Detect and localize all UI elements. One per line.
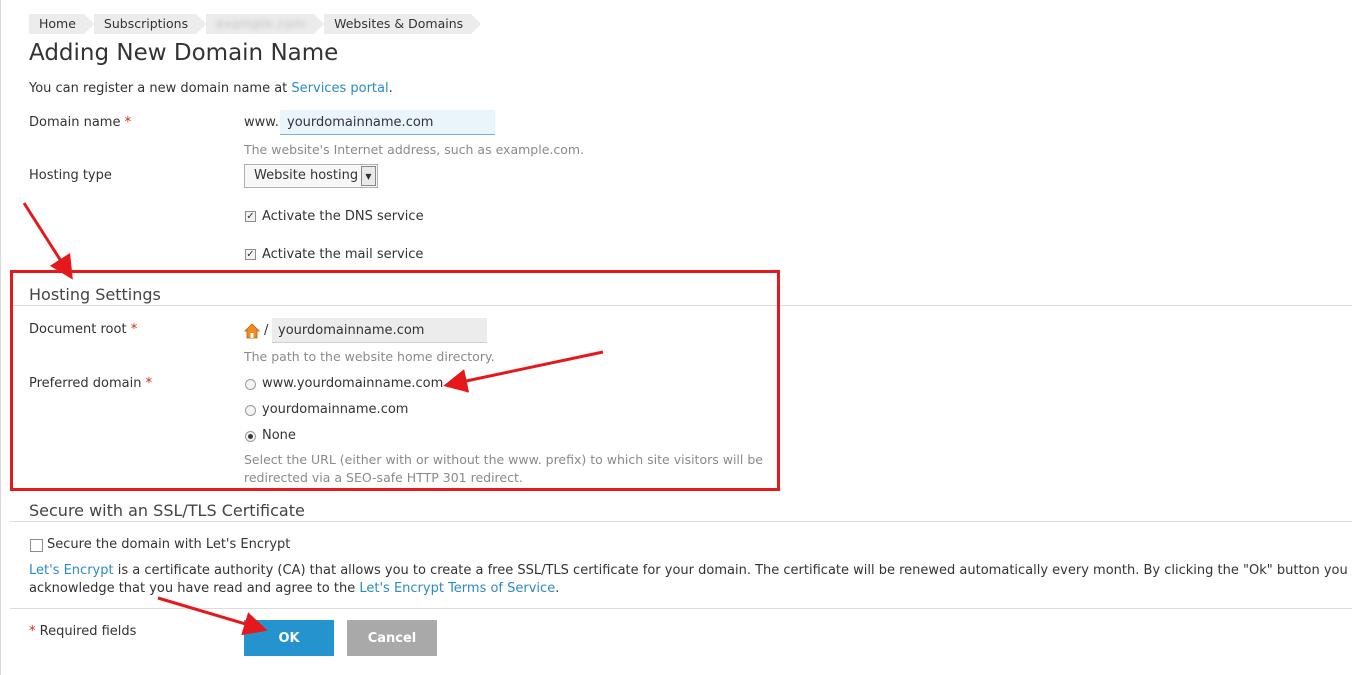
checkmark-icon: ✓	[246, 248, 255, 260]
footer-divider	[10, 608, 1352, 609]
lets-encrypt-checkbox[interactable]	[30, 539, 43, 552]
preferred-domain-label-text: Preferred domain	[29, 376, 142, 391]
www-prefix: www.	[244, 115, 279, 130]
ok-button[interactable]: OK	[244, 620, 334, 656]
intro-text-after: .	[388, 81, 393, 96]
domain-name-hint: The website's Internet address, such as …	[244, 142, 585, 157]
preferred-www-radio[interactable]	[245, 379, 256, 390]
hosting-type-select[interactable]: Website hosting ▼	[244, 164, 378, 188]
hosting-settings-title: Hosting Settings	[29, 285, 161, 304]
blurred-subscription-name: example.com	[216, 16, 307, 31]
lets-encrypt-label[interactable]: Secure the domain with Let's Encrypt	[47, 537, 290, 552]
home-folder-icon	[244, 323, 260, 339]
document-root-input[interactable]	[272, 318, 487, 343]
breadcrumb-home[interactable]: Home	[29, 14, 94, 34]
dropdown-arrow-icon[interactable]: ▼	[361, 166, 376, 186]
ssl-section-title: Secure with an SSL/TLS Certificate	[29, 501, 305, 520]
preferred-domain-label: Preferred domain *	[29, 376, 152, 391]
dns-service-label[interactable]: Activate the DNS service	[262, 209, 424, 224]
required-mark: *	[130, 322, 138, 337]
annotation-arrow-to-settings	[22, 202, 73, 280]
lets-encrypt-link[interactable]: Let's Encrypt	[29, 563, 114, 578]
breadcrumb-subscription-name[interactable]: example.com	[206, 14, 325, 34]
lets-encrypt-text: is a certificate authority (CA) that all…	[29, 563, 1348, 596]
path-separator: /	[264, 323, 269, 338]
lets-encrypt-description: Let's Encrypt is a certificate authority…	[29, 562, 1354, 598]
intro-text: You can register a new domain name at Se…	[29, 81, 393, 96]
required-mark: *	[145, 376, 153, 391]
hosting-type-label: Hosting type	[29, 168, 112, 183]
required-fields-text: Required fields	[35, 624, 137, 639]
preferred-none-label[interactable]: None	[262, 428, 296, 443]
domain-name-label-text: Domain name	[29, 115, 121, 130]
intro-text-before: You can register a new domain name at	[29, 81, 292, 96]
hosting-settings-divider	[10, 305, 1352, 306]
breadcrumb: Home Subscriptions example.com Websites …	[29, 14, 482, 34]
preferred-domain-hint-line1: Select the URL (either with or without t…	[244, 452, 763, 467]
breadcrumb-subscriptions[interactable]: Subscriptions	[93, 14, 207, 34]
preferred-domain-hint-line2: redirected via a SEO-safe HTTP 301 redir…	[244, 470, 523, 485]
hosting-type-value: Website hosting	[254, 168, 359, 183]
required-mark: *	[124, 115, 132, 130]
services-portal-link[interactable]: Services portal	[291, 81, 388, 96]
ssl-section-divider	[10, 521, 1352, 522]
preferred-nowww-radio[interactable]	[245, 405, 256, 416]
dns-service-checkbox[interactable]: ✓	[245, 211, 256, 222]
document-root-hint: The path to the website home directory.	[244, 349, 495, 364]
preferred-www-label[interactable]: www.yourdomainname.com	[262, 376, 443, 391]
page-title: Adding New Domain Name	[29, 40, 339, 66]
breadcrumb-websites-domains[interactable]: Websites & Domains	[324, 14, 482, 34]
lets-encrypt-text-end: .	[555, 581, 560, 596]
cancel-button[interactable]: Cancel	[347, 620, 437, 656]
preferred-domain-hint: Select the URL (either with or without t…	[244, 451, 763, 487]
page-left-border	[0, 0, 1, 675]
mail-service-checkbox[interactable]: ✓	[245, 249, 256, 260]
document-root-label-text: Document root	[29, 322, 127, 337]
required-fields-note: * Required fields	[29, 624, 136, 639]
domain-name-input[interactable]	[280, 110, 495, 135]
preferred-nowww-label[interactable]: yourdomainname.com	[262, 402, 408, 417]
checkmark-icon: ✓	[246, 210, 255, 222]
preferred-none-radio[interactable]	[245, 431, 256, 442]
document-root-label: Document root *	[29, 322, 137, 337]
mail-service-label[interactable]: Activate the mail service	[262, 247, 423, 262]
lets-encrypt-tos-link[interactable]: Let's Encrypt Terms of Service	[359, 581, 555, 596]
domain-name-label: Domain name *	[29, 115, 131, 130]
